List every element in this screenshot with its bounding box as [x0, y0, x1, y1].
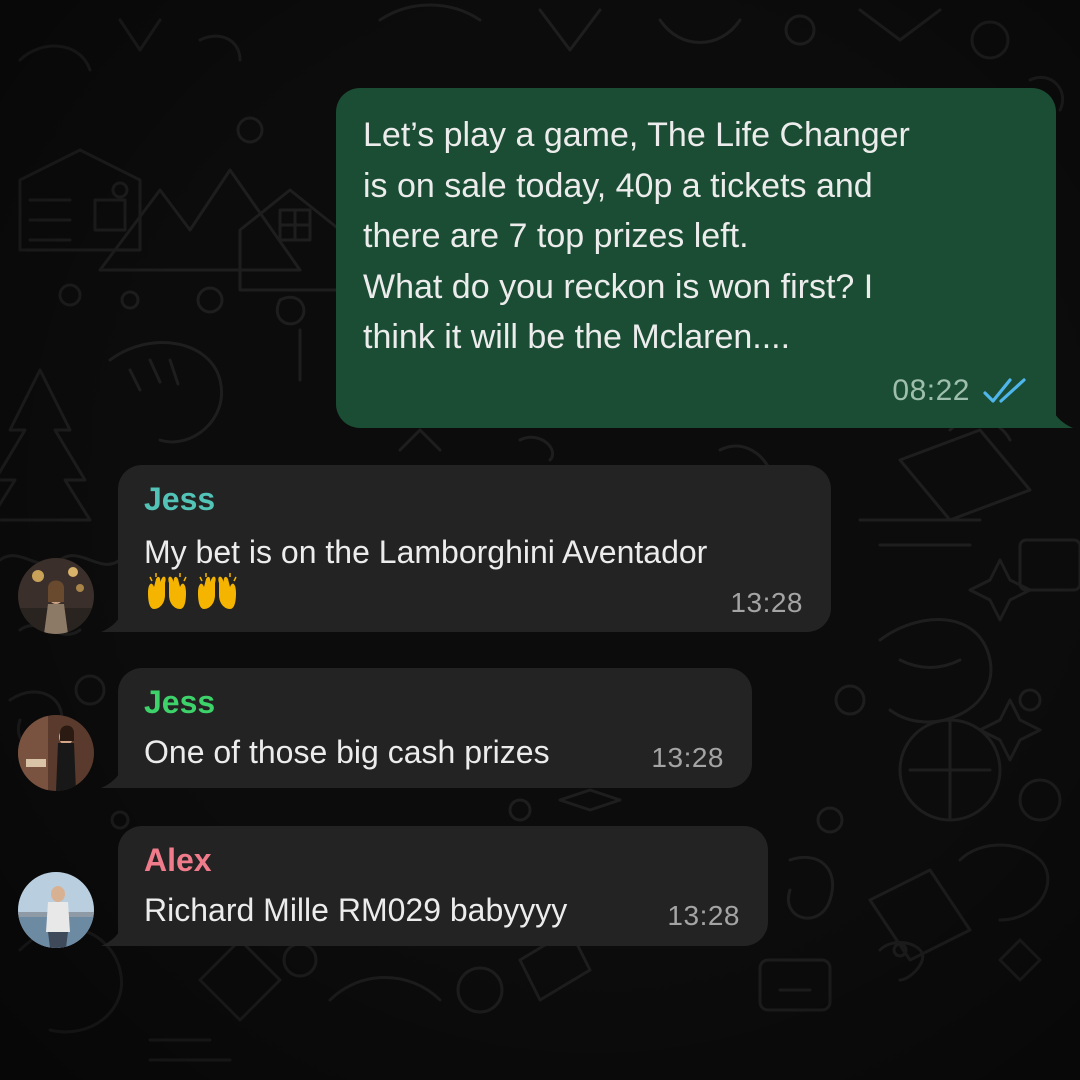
incoming-message-bubble[interactable]: Jess One of those big cash prizes 13:28	[101, 668, 752, 788]
message-line: What do you reckon is won first? I	[363, 267, 874, 306]
avatar-image	[18, 715, 94, 791]
incoming-message-bubble[interactable]: Alex Richard Mille RM029 babyyyy 13:28	[101, 826, 768, 946]
double-check-read-icon	[983, 378, 1026, 403]
incoming-message-text: One of those big cash prizes	[144, 734, 550, 770]
message-time: 13:28	[730, 587, 803, 618]
sender-name[interactable]: Jess	[144, 481, 215, 518]
message-time: 13:28	[667, 900, 740, 931]
sender-name[interactable]: Alex	[144, 842, 212, 879]
message-time: 08:22	[892, 374, 970, 407]
outgoing-message-text: Let’s play a game, The Life Changer is on…	[363, 110, 1030, 363]
emoji-row	[144, 573, 240, 613]
message-line: there are 7 top prizes left.	[363, 217, 749, 255]
bubble-tail	[101, 602, 135, 632]
message-line: Let’s play a game, The Life Changer	[363, 116, 910, 154]
outgoing-message-meta: 08:22	[892, 374, 1028, 408]
avatar[interactable]	[18, 715, 94, 791]
outgoing-message-bubble[interactable]: Let’s play a game, The Life Changer is on…	[336, 88, 1073, 428]
message-line: think it will be the Mclaren....	[363, 318, 791, 356]
avatar[interactable]	[18, 558, 94, 634]
avatar-image	[18, 872, 94, 948]
message-line: is on sale today, 40p a tickets and	[363, 166, 873, 205]
incoming-message-bubble[interactable]: Jess My bet is on the Lamborghini Aventa…	[101, 465, 831, 632]
sender-name[interactable]: Jess	[144, 684, 215, 721]
message-time: 13:28	[651, 742, 724, 773]
raising-hands-emoji-icon	[198, 573, 237, 609]
raising-hands-emoji-icon	[148, 573, 187, 609]
avatar-image	[18, 558, 94, 634]
bubble-tail	[101, 916, 135, 946]
chat-area: Let’s play a game, The Life Changer is on…	[0, 0, 1080, 1080]
bubble-tail	[101, 758, 135, 788]
incoming-message-text: Richard Mille RM029 babyyyy	[144, 892, 568, 928]
avatar[interactable]	[18, 872, 94, 948]
bubble-tail	[1039, 398, 1073, 428]
incoming-message-text: My bet is on the Lamborghini Aventador	[144, 534, 708, 570]
